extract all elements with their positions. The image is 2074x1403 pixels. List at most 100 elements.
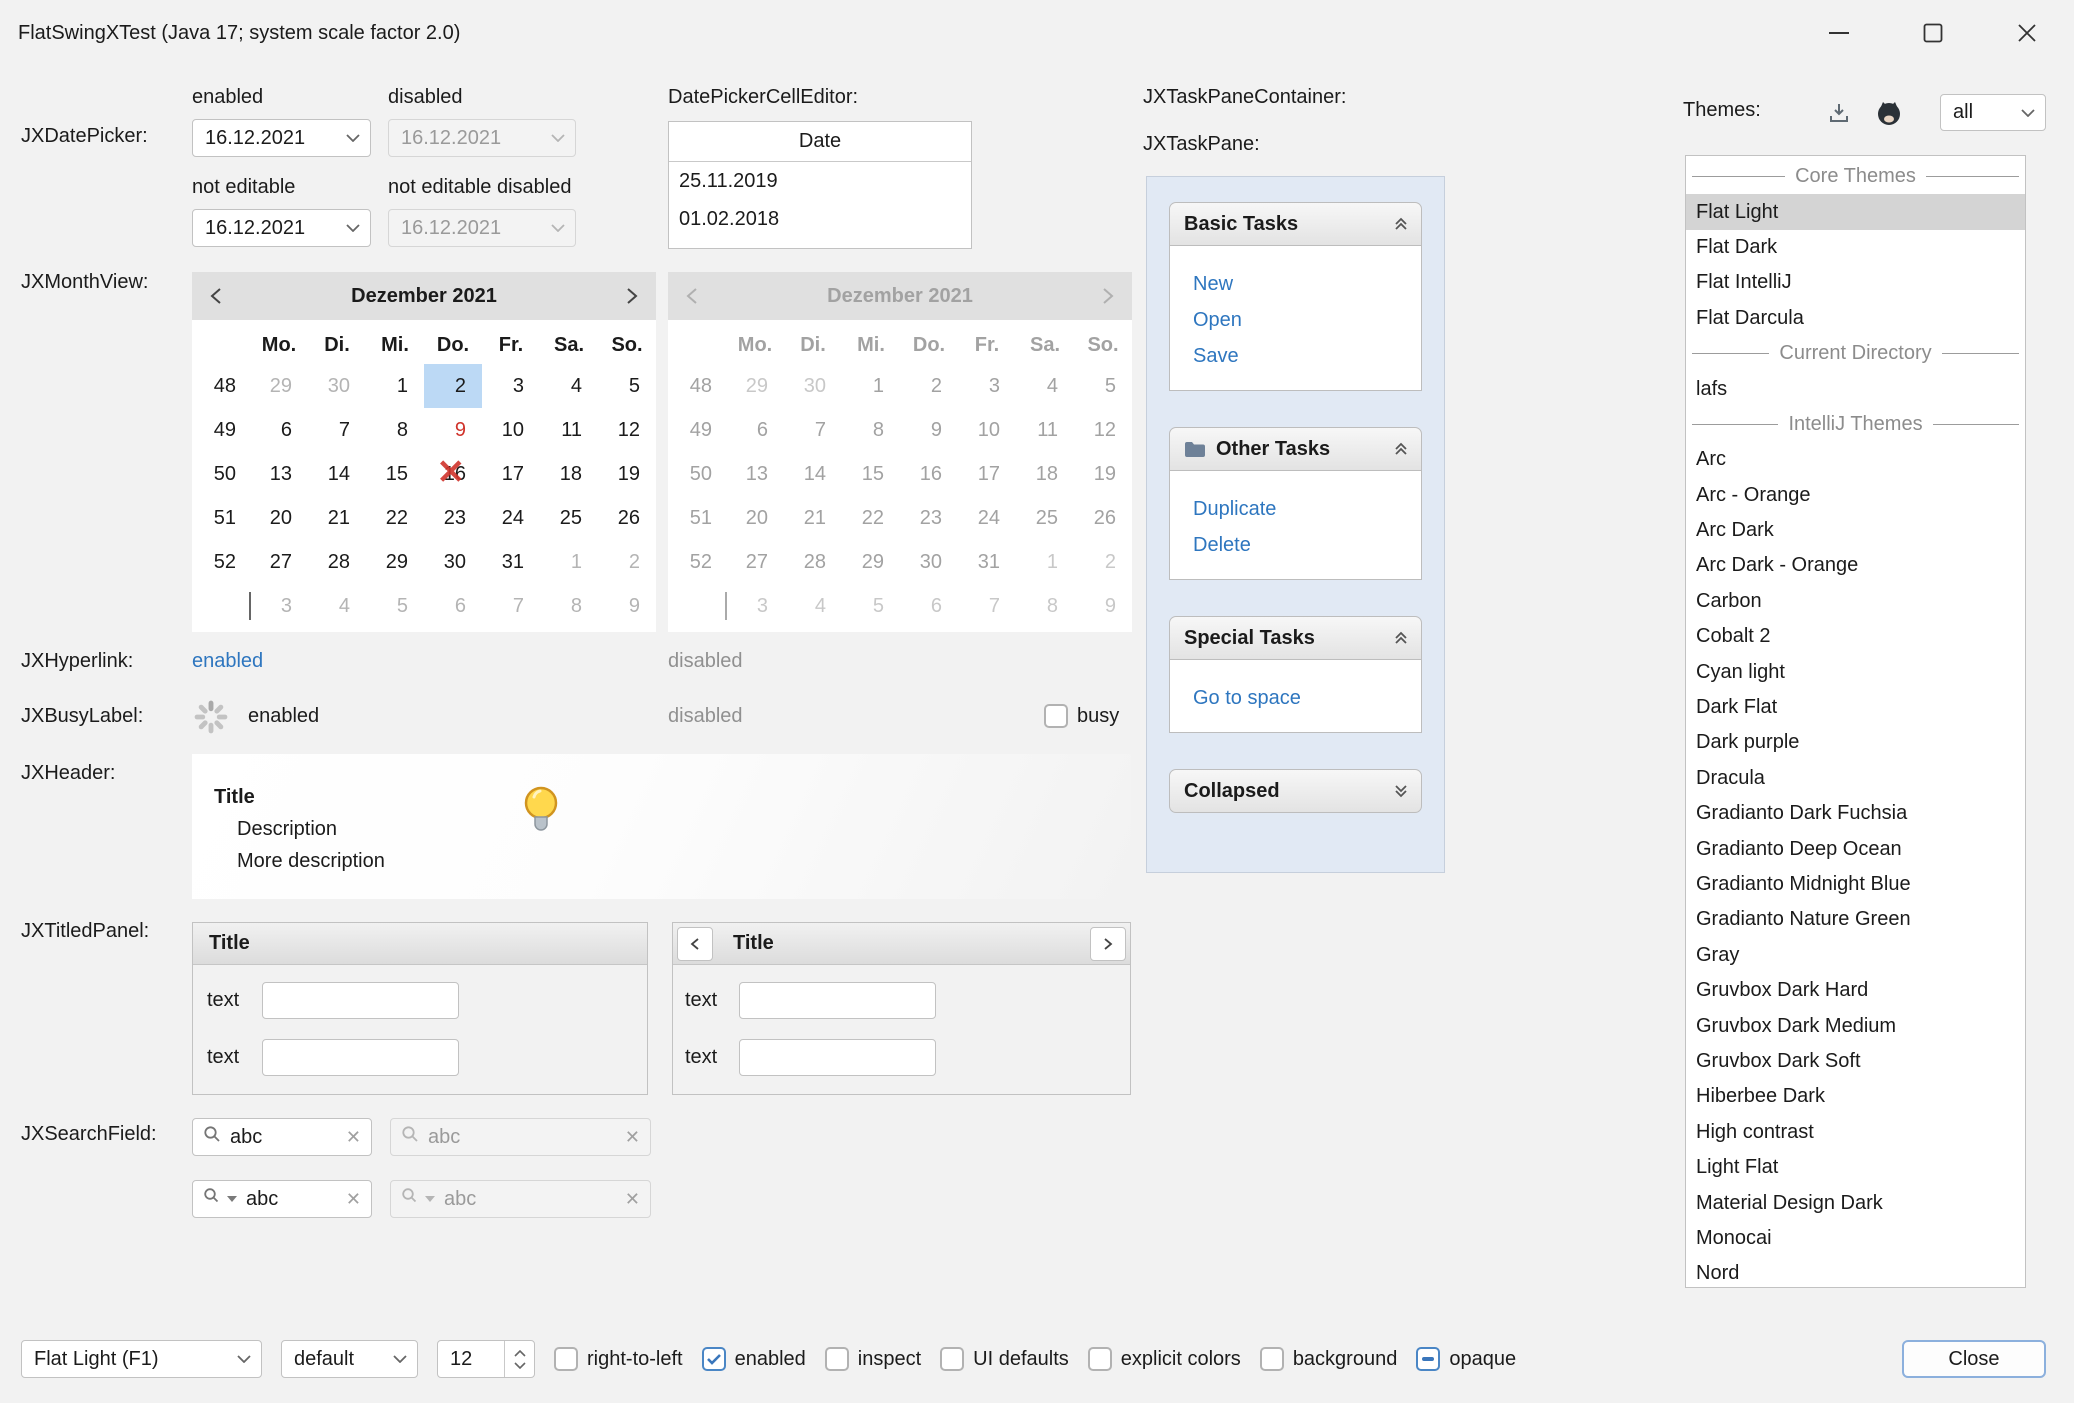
theme-list-item[interactable]: Gray (1686, 938, 2025, 973)
calendar-day[interactable]: 7 (308, 408, 366, 452)
table-row[interactable]: 25.11.2019 (669, 162, 971, 200)
calendar-day[interactable]: 28 (308, 540, 366, 584)
taskpane-action-link[interactable]: New (1193, 266, 1421, 302)
calendar-day[interactable]: 12 (1074, 408, 1132, 452)
left-chevron-button[interactable] (677, 927, 713, 961)
checkbox-explicit-colors[interactable]: explicit colors (1088, 1347, 1241, 1371)
calendar-day[interactable]: 21 (784, 496, 842, 540)
theme-list-item[interactable]: Gruvbox Dark Medium (1686, 1008, 2025, 1043)
taskpane-header[interactable]: Collapsed (1169, 769, 1422, 813)
theme-list-item[interactable]: Cobalt 2 (1686, 619, 2025, 654)
calendar-day[interactable]: 5 (842, 584, 900, 628)
calendar-day[interactable]: 24 (482, 496, 540, 540)
hyperlink-enabled[interactable]: enabled (192, 650, 263, 673)
calendar-day[interactable]: 4 (540, 364, 598, 408)
theme-list-item[interactable]: Light Flat (1686, 1150, 2025, 1185)
calendar-day[interactable]: 18 (540, 452, 598, 496)
calendar-day[interactable]: 10 (482, 408, 540, 452)
calendar-day[interactable]: 14 (308, 452, 366, 496)
date-table-header[interactable]: Date (669, 122, 971, 162)
checkbox-enabled[interactable]: enabled (702, 1347, 806, 1371)
calendar-day[interactable]: 8 (366, 408, 424, 452)
calendar-day[interactable]: 7 (958, 584, 1016, 628)
search-field-with-menu[interactable]: abc ✕ (192, 1180, 372, 1218)
close-button[interactable]: Close (1902, 1340, 2046, 1378)
theme-list-item[interactable]: Arc Dark (1686, 513, 2025, 548)
calendar-day[interactable]: 9 (424, 408, 482, 452)
prev-month-button[interactable] (192, 272, 240, 320)
chevron-double-up-icon[interactable] (1393, 630, 1409, 646)
calendar-day[interactable]: 31 (482, 540, 540, 584)
checkbox-inspect[interactable]: inspect (825, 1347, 921, 1371)
calendar-day[interactable]: 9 (598, 584, 656, 628)
taskpane-action-link[interactable]: Delete (1193, 527, 1421, 563)
chevron-double-up-icon[interactable] (1393, 216, 1409, 232)
taskpane-action-link[interactable]: Duplicate (1193, 491, 1421, 527)
calendar-day[interactable]: 2 (598, 540, 656, 584)
theme-list-item[interactable]: Carbon (1686, 584, 2025, 619)
calendar-day[interactable]: 13 (726, 452, 784, 496)
calendar-day[interactable]: 23 (900, 496, 958, 540)
calendar-day[interactable]: 17 (958, 452, 1016, 496)
calendar-day[interactable]: 27 (726, 540, 784, 584)
checkbox-right-to-left[interactable]: right-to-left (554, 1347, 683, 1371)
calendar-day[interactable]: 3 (726, 584, 784, 628)
calendar-day[interactable]: 10 (958, 408, 1016, 452)
calendar-day[interactable]: 3 (250, 584, 308, 628)
calendar-day[interactable]: 12 (598, 408, 656, 452)
calendar-day[interactable]: 4 (784, 584, 842, 628)
taskpane-action-link[interactable]: Go to space (1193, 680, 1421, 716)
calendar-day[interactable]: 11 (1016, 408, 1074, 452)
search-field-enabled[interactable]: abc ✕ (192, 1118, 372, 1156)
calendar-day[interactable]: 20 (250, 496, 308, 540)
datepicker-not-editable[interactable]: 16.12.2021 (192, 209, 371, 247)
theme-list-item[interactable]: Gradianto Midnight Blue (1686, 867, 2025, 902)
calendar-day[interactable]: 24 (958, 496, 1016, 540)
theme-list-item[interactable]: Nord (1686, 1256, 2025, 1288)
search-menu-icon[interactable] (203, 1187, 221, 1211)
calendar-day[interactable]: 26 (1074, 496, 1132, 540)
calendar-day[interactable]: 4 (308, 584, 366, 628)
calendar-day[interactable]: 17 (482, 452, 540, 496)
theme-list-item[interactable]: Dark Flat (1686, 690, 2025, 725)
chevron-double-up-icon[interactable] (1393, 441, 1409, 457)
calendar-day[interactable]: 30 (900, 540, 958, 584)
calendar-day[interactable]: 7 (784, 408, 842, 452)
theme-list-item[interactable]: Monocai (1686, 1221, 2025, 1256)
calendar-day[interactable]: 19 (1074, 452, 1132, 496)
calendar-day[interactable]: 25 (1016, 496, 1074, 540)
chevron-down-icon[interactable] (336, 134, 370, 142)
calendar-day[interactable]: 29 (250, 364, 308, 408)
laf-combo[interactable]: Flat Light (F1) (21, 1340, 262, 1378)
clear-icon[interactable]: ✕ (346, 1127, 361, 1148)
taskpane-header[interactable]: Other Tasks (1169, 427, 1422, 471)
theme-list-item[interactable]: Flat Darcula (1686, 301, 2025, 336)
calendar-day[interactable]: 14 (784, 452, 842, 496)
calendar-day[interactable]: 4 (1016, 364, 1074, 408)
calendar-day[interactable]: 20 (726, 496, 784, 540)
calendar-day[interactable]: 6 (726, 408, 784, 452)
theme-list-item[interactable]: Gruvbox Dark Hard (1686, 973, 2025, 1008)
calendar-day[interactable]: 22 (366, 496, 424, 540)
calendar-day[interactable]: 18 (1016, 452, 1074, 496)
calendar-day[interactable]: 29 (366, 540, 424, 584)
calendar-day[interactable]: 9 (900, 408, 958, 452)
theme-list-item[interactable]: Arc (1686, 442, 2025, 477)
theme-list-item[interactable]: High contrast (1686, 1115, 2025, 1150)
theme-list-item[interactable]: Dark purple (1686, 725, 2025, 760)
checkbox-background[interactable]: background (1260, 1347, 1398, 1371)
calendar-day[interactable]: 3 (958, 364, 1016, 408)
spinner-buttons[interactable] (504, 1341, 534, 1377)
calendar-day[interactable]: 2 (900, 364, 958, 408)
github-icon[interactable] (1872, 96, 1906, 130)
taskpane-action-link[interactable]: Save (1193, 338, 1421, 374)
download-icon[interactable] (1824, 98, 1854, 128)
theme-list-item[interactable]: Arc - Orange (1686, 478, 2025, 513)
chevron-double-down-icon[interactable] (1393, 783, 1409, 799)
titledpanel-text-input[interactable] (262, 982, 459, 1019)
chevron-down-icon[interactable] (336, 224, 370, 232)
checkbox-ui-defaults[interactable]: UI defaults (940, 1347, 1069, 1371)
font-size-spinner[interactable]: 12 (437, 1340, 535, 1378)
calendar-day[interactable]: 9 (1074, 584, 1132, 628)
theme-list-item[interactable]: Gradianto Deep Ocean (1686, 831, 2025, 866)
